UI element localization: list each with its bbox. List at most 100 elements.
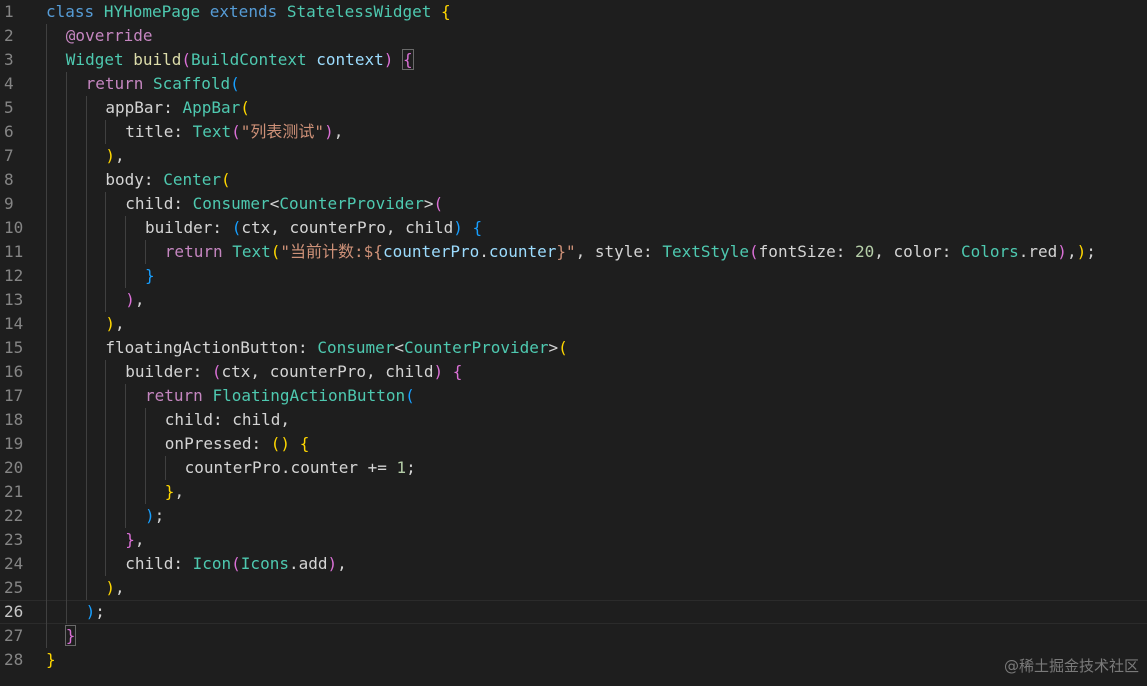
code-line[interactable]: 18 child: child, xyxy=(0,408,1147,432)
code-text[interactable]: } xyxy=(145,264,155,288)
indent-guide xyxy=(85,192,87,216)
code-line[interactable]: 19 onPressed: () { xyxy=(0,432,1147,456)
code-line[interactable]: 17 return FloatingActionButton( xyxy=(0,384,1147,408)
code-text[interactable]: class HYHomePage extends StatelessWidget… xyxy=(46,0,451,24)
code-text[interactable]: ), xyxy=(105,576,124,600)
indent-guide xyxy=(85,96,87,120)
code-editor[interactable]: 1 class HYHomePage extends StatelessWidge… xyxy=(0,0,1147,686)
indent-guide xyxy=(65,144,67,168)
indent-guide xyxy=(46,96,47,120)
code-line[interactable]: 25), xyxy=(0,576,1147,600)
code-text[interactable]: title: Text("列表测试"), xyxy=(125,120,343,144)
code-text[interactable]: builder: (ctx, counterPro, child) { xyxy=(145,216,482,240)
code-text[interactable]: ), xyxy=(125,288,144,312)
code-line[interactable]: 9 child: Consumer<CounterProvider>( xyxy=(0,192,1147,216)
indent-guide xyxy=(65,288,67,312)
code-token: "列表测试" xyxy=(240,122,325,141)
code-line[interactable]: 14), xyxy=(0,312,1147,336)
indent-guide xyxy=(65,528,67,552)
indent-guide xyxy=(65,600,67,624)
code-text[interactable]: onPressed: () { xyxy=(165,432,310,456)
indent-guide xyxy=(46,336,47,360)
code-line[interactable]: 20 counterPro.counter += 1; xyxy=(0,456,1147,480)
code-line[interactable]: 27} xyxy=(0,624,1147,648)
code-line[interactable]: 28} xyxy=(0,648,1147,672)
code-token: counterPro.counter += xyxy=(184,458,397,477)
line-number: 20 xyxy=(4,458,24,477)
code-lines[interactable]: 1 class HYHomePage extends StatelessWidge… xyxy=(0,0,1147,672)
code-text[interactable]: } xyxy=(64,624,77,648)
code-token: ) xyxy=(433,362,444,381)
code-text[interactable]: return Text("当前计数:${counterPro.counter}"… xyxy=(165,240,1096,264)
code-line[interactable]: 21}, xyxy=(0,480,1147,504)
code-text[interactable]: child: child, xyxy=(165,408,290,432)
code-line[interactable]: 15 floatingActionButton: Consumer<Counter… xyxy=(0,336,1147,360)
indent-guide xyxy=(85,168,87,192)
code-text[interactable]: return Scaffold( xyxy=(86,72,240,96)
code-line[interactable]: 26); xyxy=(0,600,1147,624)
indent-guide xyxy=(85,576,87,600)
code-line[interactable]: 24 child: Icon(Icons.add), xyxy=(0,552,1147,576)
code-line[interactable]: 2 @override xyxy=(0,24,1147,48)
code-line[interactable]: 13), xyxy=(0,288,1147,312)
code-text[interactable]: body: Center( xyxy=(105,168,230,192)
code-token: StatelessWidget xyxy=(286,2,432,21)
code-text[interactable]: Widget build(BuildContext context) { xyxy=(65,48,414,72)
code-line[interactable]: 8 body: Center( xyxy=(0,168,1147,192)
indent-guide xyxy=(85,480,87,504)
line-number: 22 xyxy=(4,506,24,525)
code-line[interactable]: 5 appBar: AppBar( xyxy=(0,96,1147,120)
line-number: 9 xyxy=(4,194,14,213)
code-line[interactable]: 4 return Scaffold( xyxy=(0,72,1147,96)
code-token: , xyxy=(134,530,145,549)
code-line[interactable]: 6 title: Text("列表测试"), xyxy=(0,120,1147,144)
code-text[interactable]: }, xyxy=(165,480,184,504)
code-text[interactable]: child: Consumer<CounterProvider>( xyxy=(125,192,443,216)
code-text[interactable]: @override xyxy=(66,24,153,48)
line-number: 1 xyxy=(4,2,14,21)
code-text[interactable]: ), xyxy=(105,312,124,336)
indent-guide xyxy=(46,192,47,216)
indent-guide xyxy=(125,504,127,528)
code-text[interactable]: appBar: AppBar( xyxy=(105,96,250,120)
code-line[interactable]: 23}, xyxy=(0,528,1147,552)
indent-guide xyxy=(46,48,47,72)
indent-guide xyxy=(85,216,87,240)
code-line[interactable]: 7), xyxy=(0,144,1147,168)
indent-guide xyxy=(105,432,107,456)
code-text[interactable]: }, xyxy=(125,528,144,552)
code-token: ) xyxy=(327,554,338,573)
indent-guide xyxy=(105,120,107,144)
code-text[interactable]: child: Icon(Icons.add), xyxy=(125,552,347,576)
code-line[interactable]: 11 return Text("当前计数:${counterPro.counter… xyxy=(0,240,1147,264)
indent-guide xyxy=(105,288,107,312)
code-text[interactable]: builder: (ctx, counterPro, child) { xyxy=(125,360,462,384)
code-token: < xyxy=(394,338,405,357)
code-line[interactable]: 12} xyxy=(0,264,1147,288)
indent-guide xyxy=(65,456,67,480)
code-text[interactable]: ); xyxy=(86,600,105,624)
code-token: ) xyxy=(324,122,334,141)
indent-guide xyxy=(46,168,47,192)
indent-guide xyxy=(105,192,107,216)
code-line[interactable]: 10 builder: (ctx, counterPro, child) { xyxy=(0,216,1147,240)
code-line[interactable]: 16 builder: (ctx, counterPro, child) { xyxy=(0,360,1147,384)
code-token: title: xyxy=(125,122,193,141)
indent-guide xyxy=(105,456,107,480)
indent-guide xyxy=(125,240,127,264)
code-token: Widget xyxy=(65,50,124,69)
code-text[interactable]: ); xyxy=(145,504,164,528)
code-text[interactable]: counterPro.counter += 1; xyxy=(185,456,416,480)
code-text[interactable]: floatingActionButton: Consumer<CounterPr… xyxy=(105,336,567,360)
code-text[interactable]: ), xyxy=(105,144,124,168)
code-token: } xyxy=(145,266,155,285)
code-text[interactable]: } xyxy=(46,648,56,672)
code-line[interactable]: 22); xyxy=(0,504,1147,528)
code-text[interactable]: return FloatingActionButton( xyxy=(145,384,415,408)
code-line[interactable]: 1 class HYHomePage extends StatelessWidge… xyxy=(0,0,1147,24)
code-line[interactable]: 3 Widget build(BuildContext context) { xyxy=(0,48,1147,72)
